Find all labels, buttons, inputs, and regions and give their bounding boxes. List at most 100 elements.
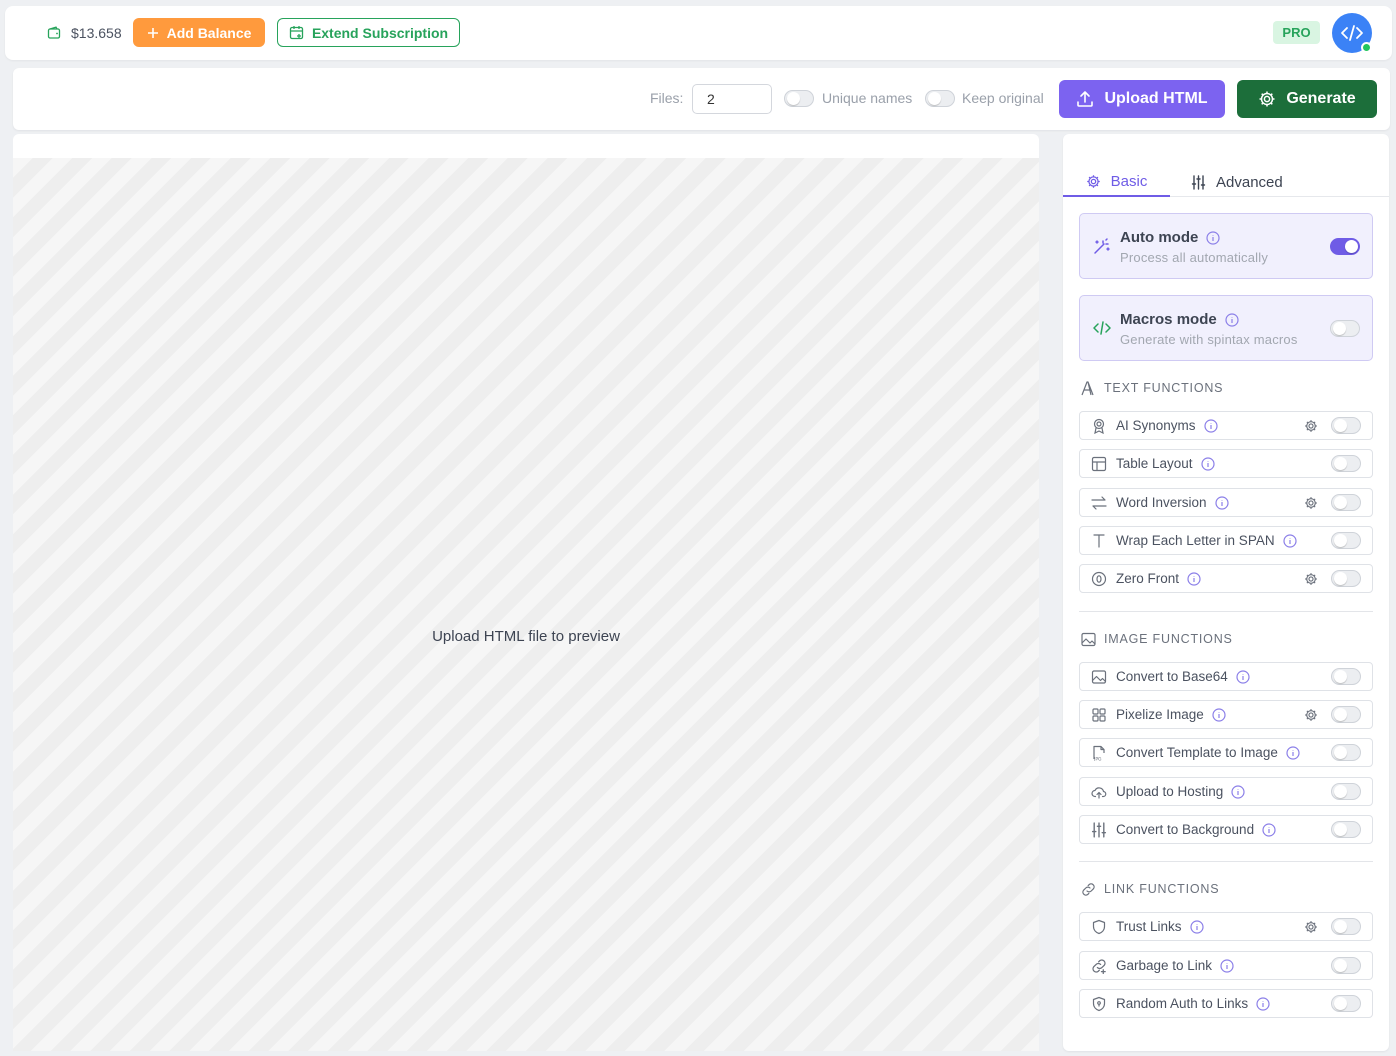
fn-label: Upload to Hosting [1116,784,1224,799]
fn-upload-hosting[interactable]: Upload to Hosting [1079,777,1373,806]
info-icon[interactable] [1282,533,1297,548]
info-icon[interactable] [1220,958,1234,973]
fn-template-to-image[interactable]: JPG Convert Template to Image [1079,738,1373,767]
fn-toggle[interactable] [1331,744,1361,761]
magic-wand-icon [1093,237,1111,255]
macros-mode-toggle[interactable] [1330,320,1360,337]
info-icon[interactable] [1225,312,1239,327]
wallet-icon [47,26,61,40]
info-icon[interactable] [1206,230,1220,245]
fn-garbage-to-link[interactable]: Garbage to Link [1079,951,1373,980]
info-icon[interactable] [1212,707,1226,722]
fn-word-inversion[interactable]: Word Inversion [1079,488,1373,517]
shield-lock-icon [1091,996,1107,1012]
settings-gear-icon[interactable] [1304,496,1318,510]
fn-convert-base64[interactable]: Convert to Base64 [1079,662,1373,691]
auto-mode-title: Auto mode [1120,229,1199,246]
auto-mode-toggle[interactable] [1330,238,1360,255]
upload-html-button[interactable]: Upload HTML [1059,80,1225,118]
info-icon[interactable] [1200,456,1215,471]
info-icon[interactable] [1187,571,1201,586]
image-functions-header: IMAGE FUNCTIONS [1081,631,1233,647]
info-icon[interactable] [1286,745,1300,760]
settings-gear-icon[interactable] [1304,419,1318,433]
extend-subscription-label: Extend Subscription [311,24,449,41]
fn-label: AI Synonyms [1116,418,1196,433]
fn-toggle[interactable] [1331,957,1361,974]
info-icon[interactable] [1214,495,1229,510]
link-functions-title: LINK FUNCTIONS [1104,882,1220,896]
jpg-file-icon: JPG [1091,745,1107,761]
unique-names-toggle[interactable] [784,90,814,107]
fn-label: Pixelize Image [1116,707,1204,722]
avatar[interactable] [1332,13,1372,53]
fn-label: Table Layout [1116,456,1193,471]
fn-label: Zero Front [1116,571,1180,586]
settings-gear-icon[interactable] [1304,708,1318,722]
info-icon[interactable] [1236,669,1250,684]
online-status-dot [1361,42,1372,53]
fn-toggle[interactable] [1331,783,1361,800]
balance-amount: $13.658 [71,25,122,41]
fn-zero-front[interactable]: Zero Front [1079,564,1373,593]
add-balance-label: Add Balance [166,24,252,41]
unique-names-label: Unique names [822,90,913,106]
info-icon[interactable] [1189,919,1204,934]
fn-toggle[interactable] [1331,455,1361,472]
upload-html-label: Upload HTML [1104,90,1208,107]
sliders-icon [1191,174,1206,190]
font-icon [1081,380,1096,396]
fn-wrap-letter-span[interactable]: Wrap Each Letter in SPAN [1079,526,1373,555]
fn-pixelize-image[interactable]: Pixelize Image [1079,700,1373,729]
fn-toggle[interactable] [1331,417,1361,434]
award-icon [1091,418,1107,434]
preview-placeholder: Upload HTML file to preview [432,628,620,645]
fn-toggle[interactable] [1331,821,1361,838]
fn-trust-links[interactable]: Trust Links [1079,912,1373,941]
fn-random-auth-links[interactable]: Random Auth to Links [1079,989,1373,1018]
fn-toggle[interactable] [1331,918,1361,935]
fn-label: Word Inversion [1116,495,1207,510]
fn-toggle[interactable] [1331,494,1361,511]
info-icon[interactable] [1256,996,1270,1011]
fn-label: Garbage to Link [1116,958,1213,973]
fn-convert-background[interactable]: Convert to Background [1079,815,1373,844]
cloud-upload-icon [1091,784,1107,800]
info-icon[interactable] [1262,822,1276,837]
fn-toggle[interactable] [1331,706,1361,723]
info-icon[interactable] [1231,784,1245,799]
fn-ai-synonyms[interactable]: AI Synonyms [1079,411,1373,440]
files-count-input[interactable] [692,84,772,114]
fn-toggle[interactable] [1331,995,1361,1012]
generate-button[interactable]: Generate [1237,80,1377,118]
link-icon [1081,882,1096,897]
fn-toggle[interactable] [1331,532,1361,549]
keep-original-toggle[interactable] [925,90,955,107]
settings-gear-icon[interactable] [1304,920,1318,934]
fn-label: Random Auth to Links [1116,996,1249,1011]
settings-gear-icon[interactable] [1304,572,1318,586]
gear-icon [1258,90,1276,108]
fn-toggle[interactable] [1331,570,1361,587]
auto-mode-card[interactable]: Auto mode Process all automatically [1079,213,1373,279]
tab-advanced[interactable]: Advanced [1191,167,1283,197]
fn-label: Convert to Base64 [1116,669,1228,684]
fn-label: Convert Template to Image [1116,745,1278,760]
extend-subscription-button[interactable]: Extend Subscription [277,18,460,47]
auto-mode-subtitle: Process all automatically [1120,250,1269,265]
fn-toggle[interactable] [1331,668,1361,685]
tab-basic[interactable]: Basic [1063,167,1170,197]
fn-table-layout[interactable]: Table Layout [1079,449,1373,478]
image-icon [1091,669,1107,685]
fn-label: Trust Links [1116,919,1182,934]
macros-mode-card[interactable]: Macros mode Generate with spintax macros [1079,295,1373,361]
grid-icon [1091,707,1107,723]
sliders-icon [1091,822,1107,838]
code-icon [1093,319,1111,337]
info-icon[interactable] [1203,418,1218,433]
settings-tabs: Basic Advanced [1063,167,1389,197]
add-balance-button[interactable]: Add Balance [133,18,265,47]
plus-icon [147,27,159,39]
preview-area[interactable]: Upload HTML file to preview [13,158,1039,1051]
link-plus-icon [1091,958,1107,974]
